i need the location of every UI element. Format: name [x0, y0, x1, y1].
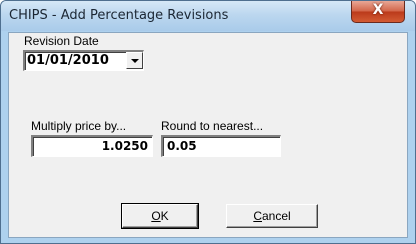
multiply-price-input[interactable]: 1.0250 — [31, 135, 153, 157]
cancel-label-rest: ancel — [261, 209, 291, 223]
revision-date-dropdown[interactable]: 01/01/2010 — [23, 50, 144, 71]
chevron-down-icon[interactable] — [126, 52, 143, 69]
cancel-mnemonic: C — [253, 209, 262, 223]
close-icon: X — [372, 2, 384, 18]
ok-label-rest: K — [160, 209, 169, 223]
ok-button[interactable]: OK — [122, 204, 198, 228]
title-bar[interactable]: CHIPS - Add Percentage Revisions X — [1, 1, 415, 31]
window-title: CHIPS - Add Percentage Revisions — [9, 8, 229, 23]
multiply-label: Multiply price by... — [31, 119, 127, 133]
round-to-nearest-input[interactable]: 0.05 — [161, 135, 281, 157]
cancel-button[interactable]: Cancel — [226, 204, 318, 228]
close-button[interactable]: X — [351, 1, 405, 23]
dialog-window: CHIPS - Add Percentage Revisions X Revis… — [0, 0, 416, 244]
revision-date-label: Revision Date — [24, 34, 99, 48]
round-label: Round to nearest... — [161, 119, 264, 133]
ok-mnemonic: O — [151, 209, 161, 223]
revision-date-value: 01/01/2010 — [27, 53, 109, 68]
